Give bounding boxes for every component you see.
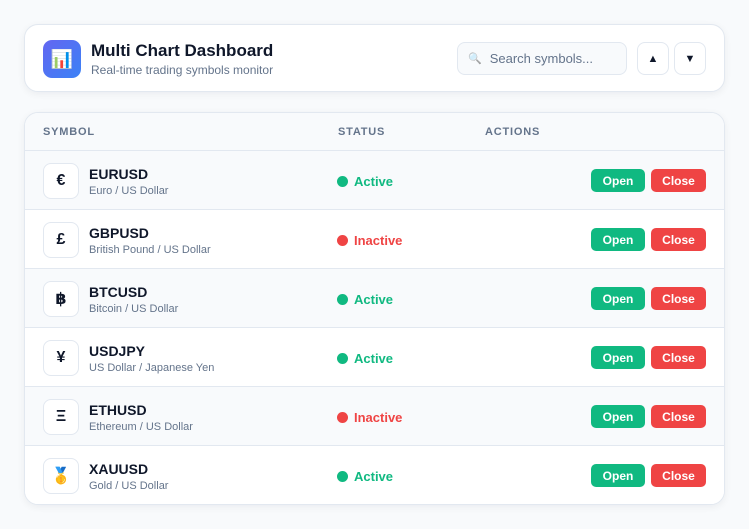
symbol-description: British Pound / US Dollar: [89, 244, 211, 256]
status-dot-icon: [337, 294, 348, 305]
close-button[interactable]: Close: [651, 287, 706, 310]
status-text: Active: [354, 351, 394, 366]
column-header-actions: ACTIONS: [485, 126, 541, 138]
status-badge: Active: [337, 292, 393, 307]
status-text: Active: [354, 469, 394, 484]
sort-down-button[interactable]: ▼: [674, 42, 706, 75]
open-button[interactable]: Open: [591, 464, 645, 487]
close-button[interactable]: Close: [651, 228, 706, 251]
open-button[interactable]: Open: [591, 405, 645, 428]
ethereum-icon: Ξ: [43, 399, 79, 435]
status-badge: Active: [337, 174, 393, 189]
close-button[interactable]: Close: [651, 464, 706, 487]
symbol-name: BTCUSD: [89, 284, 148, 300]
symbol-description: Ethereum / US Dollar: [89, 421, 193, 433]
symbol-name: XAUUSD: [89, 461, 149, 477]
symbol-glyph: Ξ: [55, 408, 67, 425]
page-title: Multi Chart Dashboard: [91, 41, 274, 60]
symbol-description: Euro / US Dollar: [89, 185, 169, 197]
table-row: Ξ ETHUSD Ethereum / US Dollar Inactive Open C…: [25, 387, 724, 446]
symbol-name: USDJPY: [89, 343, 146, 359]
column-header-symbol: SYMBOL: [43, 126, 95, 138]
status-dot-icon: [337, 471, 348, 482]
status-text: Inactive: [354, 233, 403, 248]
status-text: Active: [354, 174, 394, 189]
status-dot-icon: [337, 235, 348, 246]
symbol-glyph: ฿: [55, 291, 67, 308]
column-header-status: STATUS: [338, 126, 386, 138]
sort-up-button[interactable]: ▲: [637, 42, 669, 75]
open-button[interactable]: Open: [591, 287, 645, 310]
search-input[interactable]: [489, 51, 620, 66]
page-subtitle: Real-time trading symbols monitor: [91, 63, 274, 77]
table-row: £ GBPUSD British Pound / US Dollar Inactive…: [25, 210, 724, 269]
symbol-glyph: £: [56, 231, 66, 248]
euro-icon: €: [43, 163, 79, 199]
status-badge: Inactive: [337, 233, 402, 248]
gold-medal-icon: 🥇: [43, 458, 79, 494]
symbol-glyph: €: [56, 172, 66, 189]
table-row: 🥇 XAUUSD Gold / US Dollar Active Open Close: [25, 446, 724, 504]
close-button[interactable]: Close: [651, 169, 706, 192]
symbol-name: GBPUSD: [89, 225, 149, 241]
open-button[interactable]: Open: [591, 169, 645, 192]
status-dot-icon: [337, 353, 348, 364]
pound-icon: £: [43, 222, 79, 258]
symbol-description: Bitcoin / US Dollar: [89, 303, 179, 315]
status-text: Active: [354, 292, 394, 307]
yen-icon: ¥: [43, 340, 79, 376]
chart-app-icon: 📊: [43, 40, 81, 78]
symbol-description: Gold / US Dollar: [89, 480, 169, 492]
close-button[interactable]: Close: [651, 346, 706, 369]
open-button[interactable]: Open: [591, 228, 645, 251]
status-text: Inactive: [354, 410, 403, 425]
symbol-glyph: 🥇: [51, 468, 71, 485]
triangle-up-icon: ▲: [647, 52, 659, 65]
dashboard-header: 📊 Multi Chart Dashboard Real-time tradin…: [24, 24, 725, 92]
table-row: € EURUSD Euro / US Dollar Active Open Close: [25, 151, 724, 210]
table-row: ¥ USDJPY US Dollar / Japanese Yen Active Ope…: [25, 328, 724, 387]
open-button[interactable]: Open: [591, 346, 645, 369]
status-badge: Active: [337, 351, 393, 366]
symbol-glyph: ¥: [56, 349, 66, 366]
symbol-name: EURUSD: [89, 166, 149, 182]
table-header: SYMBOL STATUS ACTIONS: [25, 113, 724, 151]
status-dot-icon: [337, 176, 348, 187]
search-box[interactable]: 🔍: [457, 42, 627, 75]
close-button[interactable]: Close: [651, 405, 706, 428]
status-badge: Inactive: [337, 410, 402, 425]
triangle-down-icon: ▼: [684, 52, 696, 65]
table-row: ฿ BTCUSD Bitcoin / US Dollar Active Open Clos…: [25, 269, 724, 328]
search-icon: 🔍: [468, 53, 482, 65]
status-badge: Active: [337, 469, 393, 484]
symbol-description: US Dollar / Japanese Yen: [89, 362, 215, 374]
bitcoin-icon: ฿: [43, 281, 79, 317]
symbols-table: SYMBOL STATUS ACTIONS € EURUSD Euro / US D…: [24, 112, 725, 505]
status-dot-icon: [337, 412, 348, 423]
bar-chart-icon: 📊: [50, 48, 74, 69]
symbol-name: ETHUSD: [89, 402, 147, 418]
